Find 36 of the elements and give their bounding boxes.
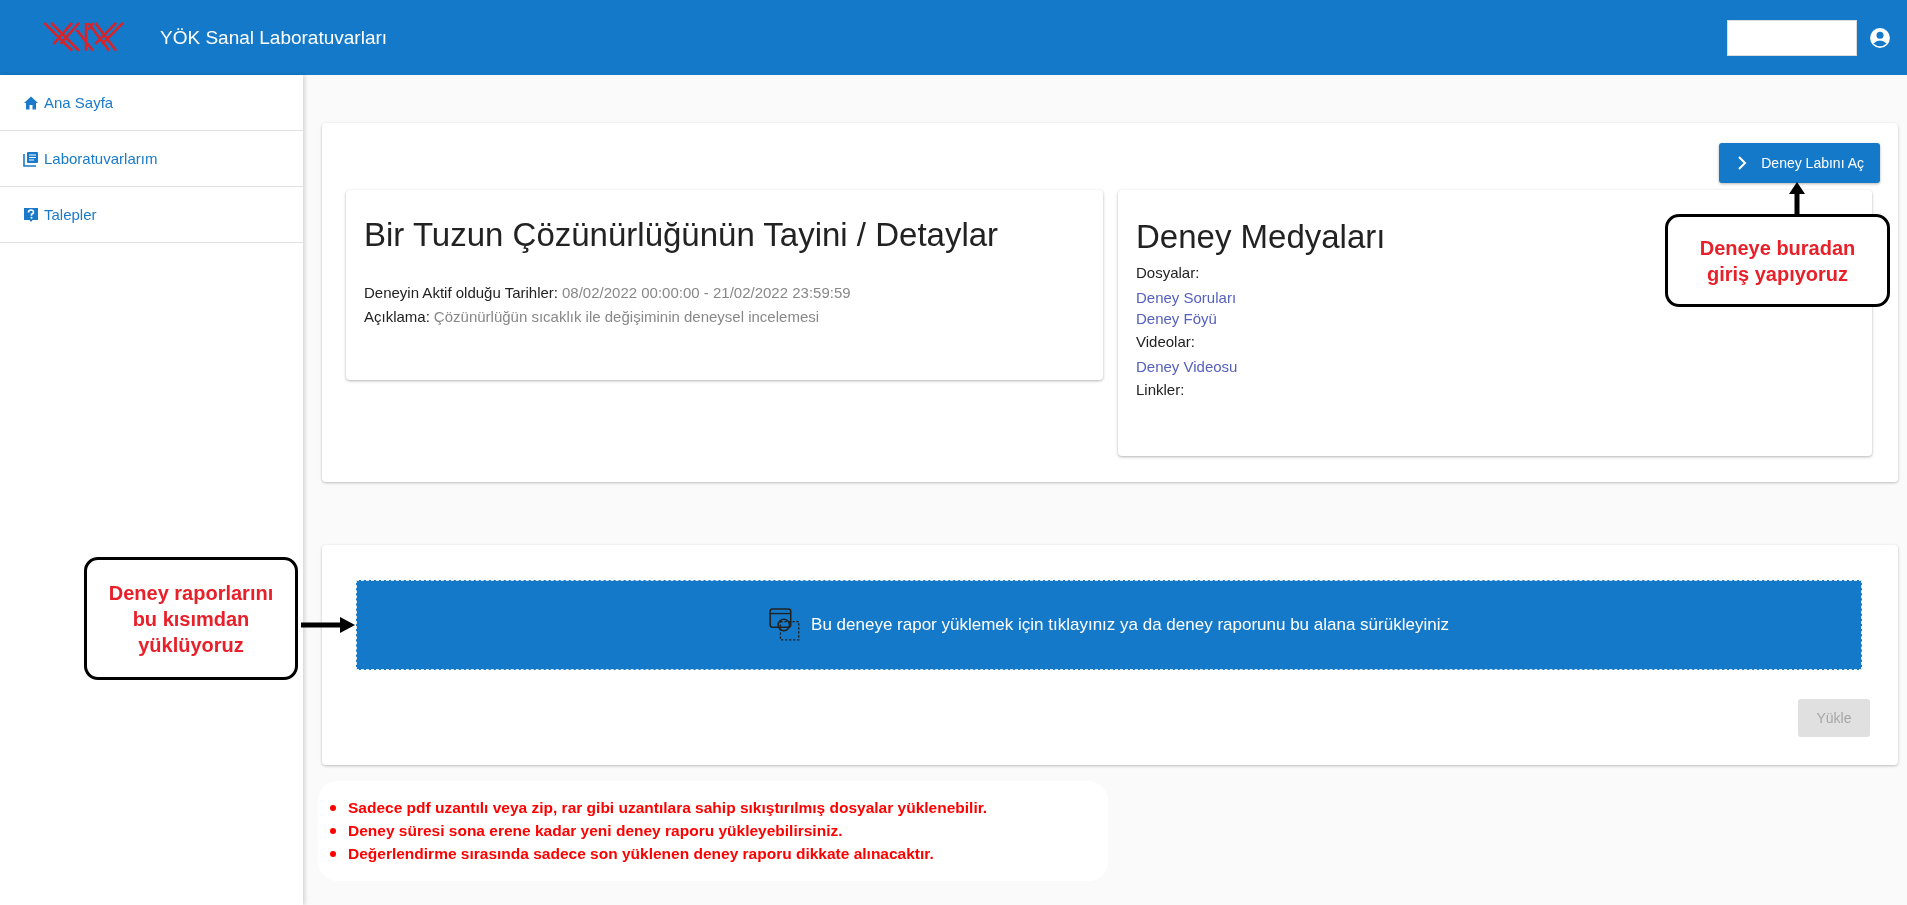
- sidebar-item[interactable]: Laboratuvarlarım: [0, 131, 303, 187]
- user-icon[interactable]: [1869, 26, 1891, 49]
- drag-drop-icon: [769, 607, 802, 643]
- field-value: 08/02/2022 00:00:00 - 21/02/2022 23:59:59: [562, 284, 851, 301]
- group-label: Dosyalar:: [1136, 264, 1200, 281]
- group-label: Linkler:: [1136, 381, 1185, 398]
- upload-dropzone[interactable]: Bu deneye rapor yüklemek için tıklayınız ya da deney raporunu bu alana sürükleyiniz: [356, 580, 1862, 670]
- callout-box: Deney raporlarını bu kısımdan yüklüyoruz: [84, 557, 298, 680]
- open-lab-button[interactable]: Deney Labını Aç: [1719, 143, 1880, 183]
- field-value: Çözünürlüğün sıcaklık ile değişiminin deneysel incelemesi: [433, 308, 820, 325]
- book-stack-icon: [23, 150, 39, 167]
- media-link[interactable]: Deney Soruları: [1136, 289, 1237, 306]
- media-title: Deney Medyaları: [1136, 218, 1386, 256]
- experiment-title: Bir Tuzun Çözünürlüğünün Tayini / Detaylar: [364, 216, 1000, 254]
- bullet-icon: [330, 828, 336, 834]
- group-label: Videolar:: [1136, 333, 1195, 350]
- callout-arrow: [1787, 181, 1807, 215]
- search-field[interactable]: [1727, 19, 1857, 56]
- media-link[interactable]: Deney Videosu: [1136, 358, 1238, 375]
- note-text: Deney süresi sona erene kadar yeni deney raporu yükleyebilirsiniz.: [348, 822, 843, 840]
- field-label: Açıklama:: [364, 308, 430, 325]
- callout-box: Deneye buradan giriş yapıyoruz: [1665, 214, 1890, 307]
- bullet-icon: [330, 805, 336, 811]
- field-label: Deneyin Aktif olduğu Tarihler:: [364, 284, 558, 301]
- note-text: Sadece pdf uzantılı veya zip, rar gibi uzantılara sahip sıkıştırılmış dosyalar yüklenebilir.: [348, 799, 988, 817]
- site-title: YÖK Sanal Laboratuvarları: [160, 26, 388, 49]
- sidebar-item[interactable]: Talepler: [0, 187, 303, 243]
- callout-arrow: [300, 615, 356, 635]
- media-link[interactable]: Deney Föyü: [1136, 310, 1217, 327]
- home-icon: [23, 94, 39, 111]
- question-icon: [23, 206, 39, 223]
- dropzone-text: Bu deneye rapor yüklemek için tıklayınız ya da deney raporunu bu alana sürükleyiniz: [811, 615, 1449, 635]
- chevron-icon: [1737, 155, 1748, 171]
- sidebar-item[interactable]: Ana Sayfa: [0, 75, 303, 131]
- bullet-icon: [330, 851, 336, 857]
- note-text: Değerlendirme sırasında sadece son yüklenen deney raporu dikkate alınacaktır.: [348, 845, 934, 863]
